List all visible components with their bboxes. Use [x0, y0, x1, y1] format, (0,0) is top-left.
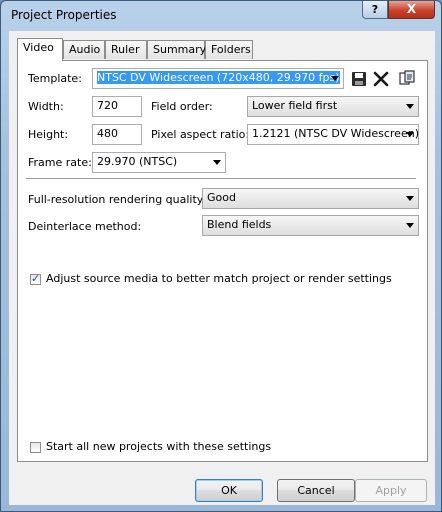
- frame-rate-value: 29.970 (NTSC): [97, 155, 178, 168]
- render-quality-label: Full-resolution rendering quality:: [28, 193, 207, 206]
- chevron-down-icon: [406, 132, 414, 137]
- template-dropdown[interactable]: NTSC DV Widescreen (720x480, 29.970 fps): [92, 68, 344, 89]
- deinterlace-value: Blend fields: [207, 218, 272, 231]
- video-tab-page: Template: NTSC DV Widescreen (720x480, 2…: [17, 60, 428, 462]
- pixel-aspect-label: Pixel aspect ratio:: [151, 128, 250, 141]
- deinterlace-label: Deinterlace method:: [28, 220, 142, 233]
- pixel-aspect-value: 1.2121 (NTSC DV Widescreen): [252, 127, 419, 140]
- close-button[interactable]: X: [388, 1, 435, 19]
- deinterlace-dropdown[interactable]: Blend fields: [202, 215, 419, 236]
- apply-button[interactable]: Apply: [355, 479, 427, 502]
- chevron-down-icon: [406, 104, 414, 109]
- height-field[interactable]: 480: [92, 124, 142, 145]
- chevron-down-icon: [406, 196, 414, 201]
- tab-ruler[interactable]: Ruler: [105, 40, 147, 59]
- width-field[interactable]: 720: [92, 96, 142, 117]
- separator: [26, 178, 416, 180]
- field-order-value: Lower field first: [252, 99, 338, 112]
- chevron-down-icon: [331, 76, 339, 81]
- frame-rate-label: Frame rate:: [28, 156, 92, 169]
- save-icon[interactable]: [350, 70, 368, 88]
- adjust-source-label[interactable]: Adjust source media to better match proj…: [46, 272, 392, 285]
- template-value: NTSC DV Widescreen (720x480, 29.970 fps): [97, 71, 340, 84]
- pixel-aspect-dropdown[interactable]: 1.2121 (NTSC DV Widescreen): [247, 124, 419, 145]
- render-quality-value: Good: [207, 191, 236, 204]
- ok-button[interactable]: OK: [195, 479, 263, 502]
- render-quality-dropdown[interactable]: Good: [202, 188, 419, 209]
- tab-folders[interactable]: Folders: [205, 40, 253, 59]
- start-new-projects-checkbox[interactable]: [30, 442, 41, 453]
- tab-summary[interactable]: Summary: [147, 40, 206, 59]
- height-label: Height:: [28, 128, 69, 141]
- cancel-button[interactable]: Cancel: [277, 479, 355, 502]
- title-bar[interactable]: Project Properties ? X: [1, 1, 441, 31]
- tab-audio[interactable]: Audio: [63, 40, 105, 59]
- field-order-label: Field order:: [151, 100, 213, 113]
- dialog-client-area: Video Audio Ruler Summary Folders Templa…: [9, 31, 435, 505]
- match-media-icon[interactable]: [398, 69, 416, 87]
- delete-icon[interactable]: [372, 70, 390, 88]
- field-order-dropdown[interactable]: Lower field first: [247, 96, 419, 117]
- width-label: Width:: [28, 100, 64, 113]
- project-properties-window: Project Properties ? X Video Audio Ruler…: [0, 0, 442, 512]
- template-label: Template:: [28, 72, 82, 85]
- tab-video[interactable]: Video: [17, 38, 63, 61]
- adjust-source-checkbox[interactable]: ✓: [30, 272, 41, 285]
- checkmark-icon: ✓: [31, 272, 41, 285]
- chevron-down-icon: [406, 223, 414, 228]
- frame-rate-dropdown[interactable]: 29.970 (NTSC): [92, 152, 226, 173]
- start-new-projects-label[interactable]: Start all new projects with these settin…: [46, 440, 271, 453]
- chevron-down-icon: [213, 160, 221, 165]
- help-button[interactable]: ?: [362, 1, 388, 19]
- window-title: Project Properties: [11, 8, 117, 22]
